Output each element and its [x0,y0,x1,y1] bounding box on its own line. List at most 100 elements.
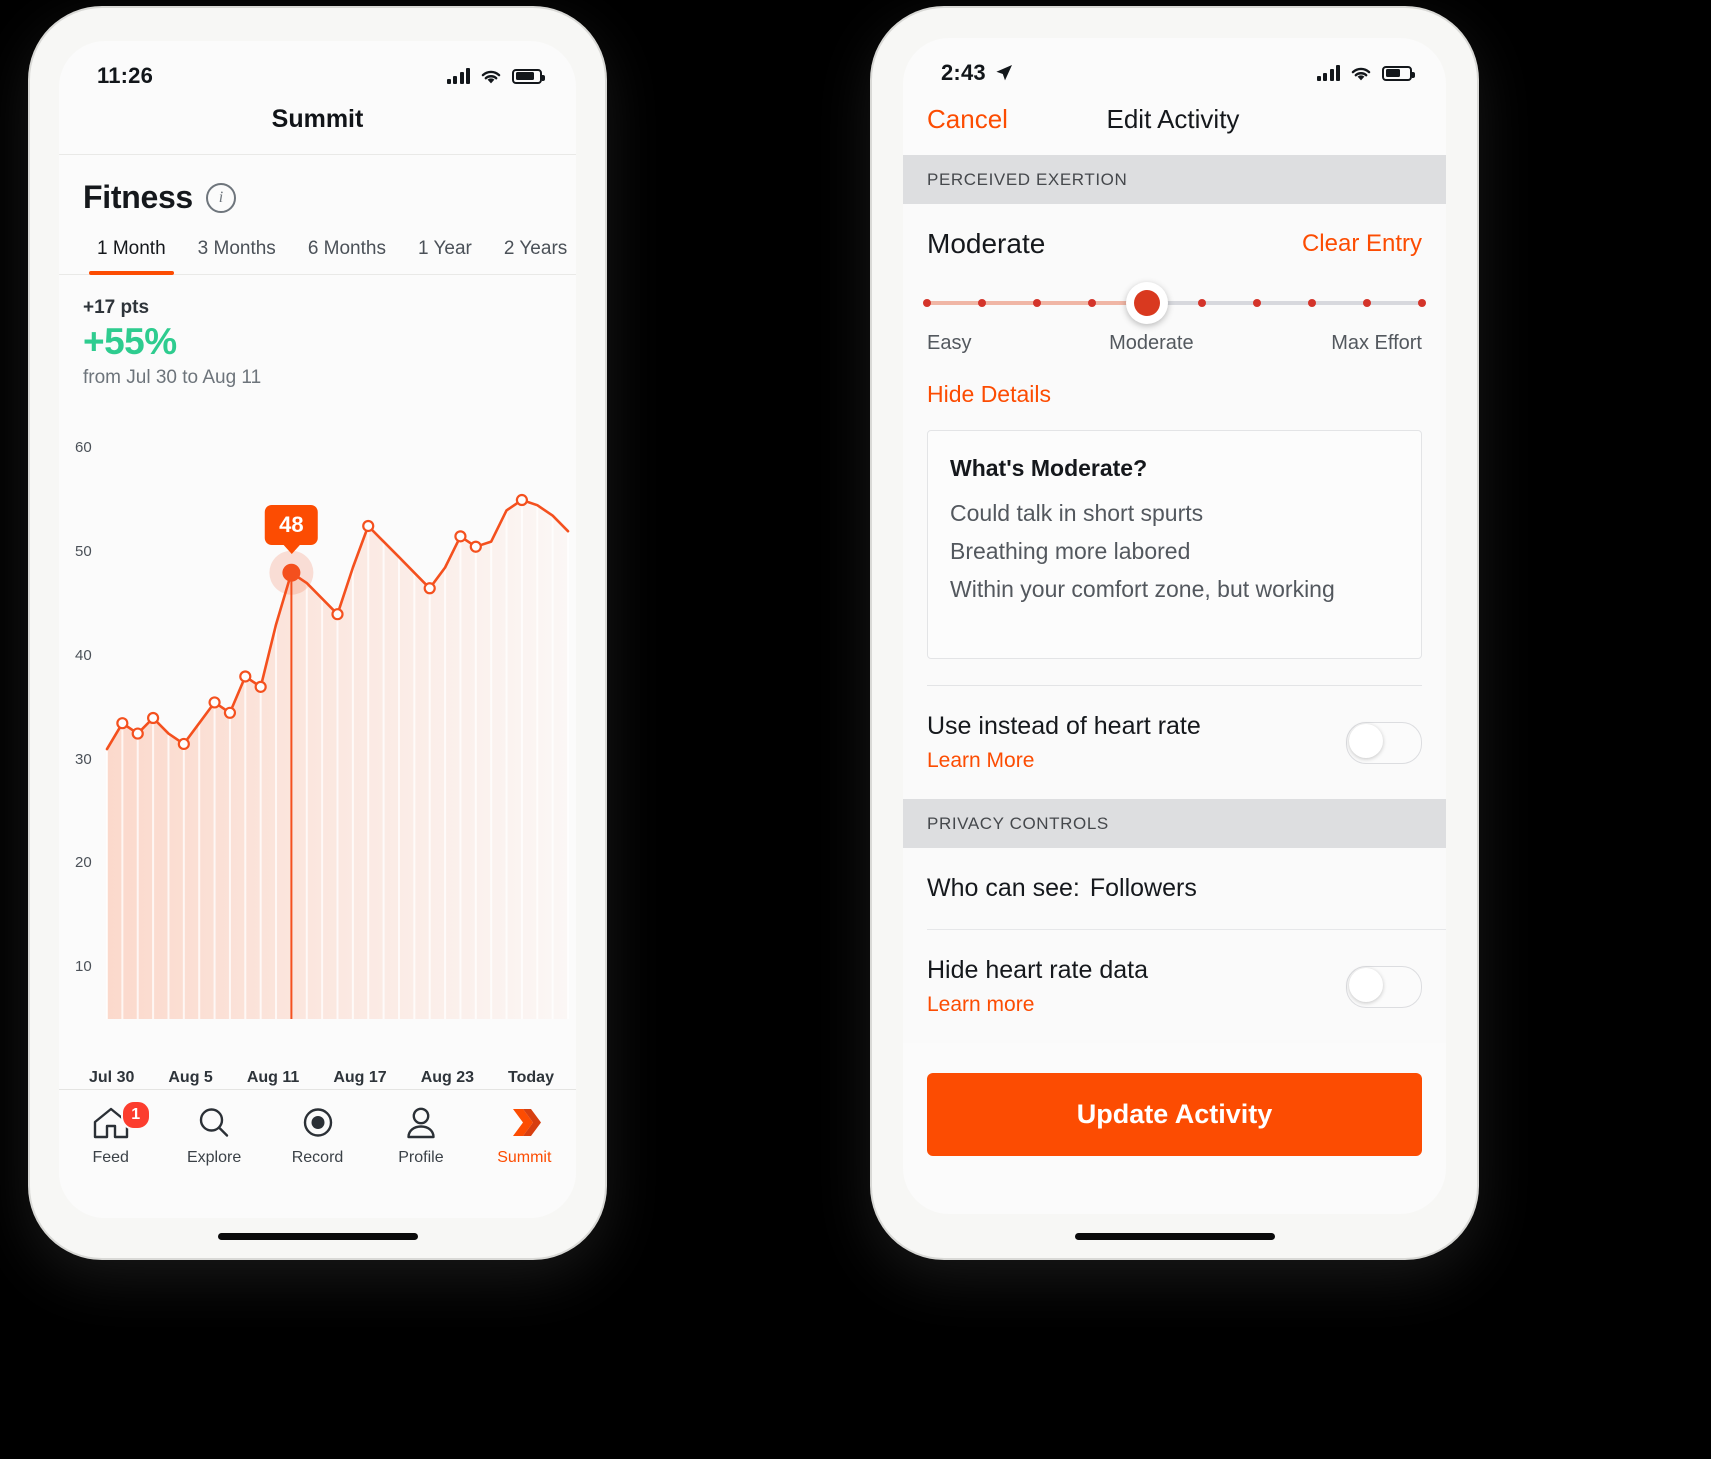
location-arrow-icon [996,65,1012,81]
slider-thumb[interactable] [1126,282,1168,324]
status-indicators-right [1316,65,1415,82]
chart-x-tick: Aug 5 [168,1069,213,1086]
right-screen: 2:43 Cancel Edit Activity PERCEIVED EXER… [903,38,1446,1214]
chart-y-tick: 30 [75,750,92,768]
heart-rate-row-text: Use instead of heart rate Learn More [927,712,1201,773]
tab-feed-label: Feed [92,1149,129,1166]
heart-rate-toggle[interactable] [1346,721,1422,764]
chart-y-tick: 40 [75,646,92,664]
exertion-slider[interactable] [923,282,1426,324]
stat-date-range: from Jul 30 to Aug 11 [83,367,262,388]
status-time-right: 2:43 [941,60,986,85]
tab-1-month[interactable]: 1 Month [81,234,182,275]
cancel-button[interactable]: Cancel [927,104,1008,135]
wifi-icon [481,70,501,83]
edit-activity-nav: Cancel Edit Activity [903,90,1446,155]
bottom-tab-bar: 1 Feed Explore Record Profile Summit [59,1089,576,1218]
tab-summit-label: Summit [497,1149,552,1166]
battery-icon [1382,65,1415,81]
exertion-value-label: Moderate [927,228,1046,259]
slider-step-dot[interactable] [1253,299,1261,307]
search-icon [199,1108,229,1137]
left-status-bar: 11:26 [59,41,576,93]
battery-icon [512,68,545,84]
details-heading: What's Moderate? [950,455,1148,481]
section-heading: Fitness [83,179,193,215]
slider-step-dot[interactable] [1363,299,1371,307]
fitness-section-header: Fitness i [59,155,576,216]
slider-step-dot[interactable] [1418,299,1426,307]
stat-percent: +55% [83,321,177,362]
chart-x-axis-labels: Jul 30 Aug 5 Aug 11 Aug 17 Aug 23 Today [59,1063,576,1087]
use-instead-of-heart-rate-row[interactable]: Use instead of heart rate Learn More [903,686,1446,799]
slider-step-dot[interactable] [1033,299,1041,307]
slider-step-dot[interactable] [923,299,931,307]
right-status-bar: 2:43 [903,38,1446,90]
details-line-1: Could talk in short spurts [950,500,1204,526]
fitness-stats: +17 pts +55% from Jul 30 to Aug 11 [59,275,576,389]
cellular-bars-icon [446,68,470,84]
double-chevron-icon [513,1109,542,1136]
hide-details-button[interactable]: Hide Details [927,381,1422,408]
phone-right: 2:43 Cancel Edit Activity PERCEIVED EXER… [872,8,1477,1258]
tab-1-year[interactable]: 1 Year [402,234,488,274]
update-activity-button[interactable]: Update Activity [927,1073,1422,1156]
slider-label-easy: Easy [927,332,972,354]
tab-explore[interactable]: Explore [162,1106,265,1167]
page-title: Summit [59,93,576,155]
fitness-chart[interactable]: 10 20 30 40 50 60 48 [59,403,576,1063]
slider-step-dot[interactable] [1198,299,1206,307]
info-circle-icon[interactable]: i [205,182,236,213]
tab-6-months[interactable]: 6 Months [292,234,402,274]
status-time: 11:26 [97,63,154,88]
status-indicators [446,68,545,85]
record-icon [303,1108,332,1137]
tab-2-years[interactable]: 2 Years [488,234,576,274]
heart-rate-row-title: Use instead of heart rate [927,712,1201,740]
who-can-see-row[interactable]: Who can see: Followers [903,848,1446,929]
chart-y-tick: 20 [75,854,92,872]
tab-profile-label: Profile [398,1149,444,1166]
slider-step-dot[interactable] [1308,299,1316,307]
chart-x-tick: Aug 17 [333,1069,387,1086]
chart-y-tick: 10 [75,958,92,976]
chart-y-tick: 60 [75,439,92,457]
status-time-group: 11:26 [97,63,153,89]
chart-x-tick: Aug 23 [420,1069,475,1086]
hide-heart-rate-data-row[interactable]: Hide heart rate data Learn more [903,930,1446,1043]
fitness-chart-svg[interactable] [59,403,576,1043]
left-screen: 11:26 Summit Fitness i 1 Month 3 Months … [59,41,576,1218]
who-can-see-value: Followers [1089,874,1197,902]
slider-label-moderate: Moderate [1109,332,1194,354]
tab-summit[interactable]: Summit [473,1106,576,1167]
chart-value-tooltip: 48 [265,504,318,545]
chart-x-tick: Jul 30 [89,1069,135,1086]
slider-step-dot[interactable] [1088,299,1096,307]
details-line-2: Breathing more labored [950,538,1191,564]
tab-feed[interactable]: 1 Feed [59,1100,162,1167]
clear-entry-button[interactable]: Clear Entry [1302,230,1422,258]
exertion-value-row: Moderate Clear Entry [903,204,1446,260]
tab-3-months[interactable]: 3 Months [182,234,292,274]
hide-hr-learn-more-link[interactable]: Learn more [927,993,1148,1017]
status-time-group-right: 2:43 [941,60,1015,86]
range-tabs: 1 Month 3 Months 6 Months 1 Year 2 Years [59,216,576,275]
slider-labels: Easy Moderate Max Effort [927,332,1422,355]
details-line-3: Within your comfort zone, but working [950,576,1335,602]
who-can-see-label: Who can see: [927,874,1080,902]
perceived-exertion-header: PERCEIVED EXERTION [903,155,1446,204]
slider-label-max-effort: Max Effort [1331,332,1422,354]
slider-step-dot[interactable] [978,299,986,307]
tab-record-label: Record [291,1149,344,1166]
chart-x-tick: Today [508,1069,554,1086]
heart-rate-learn-more-link[interactable]: Learn More [927,749,1201,773]
person-icon [407,1107,435,1139]
exertion-section: Moderate Clear Entry Easy Moderate Max E… [903,204,1446,799]
tab-profile[interactable]: Profile [369,1106,472,1167]
tab-explore-label: Explore [186,1149,242,1166]
tab-record[interactable]: Record [266,1106,369,1167]
feed-badge: 1 [120,1100,151,1130]
update-button-container: Update Activity [903,1043,1446,1156]
hide-heart-rate-toggle[interactable] [1346,965,1422,1008]
wifi-icon [1351,67,1371,80]
